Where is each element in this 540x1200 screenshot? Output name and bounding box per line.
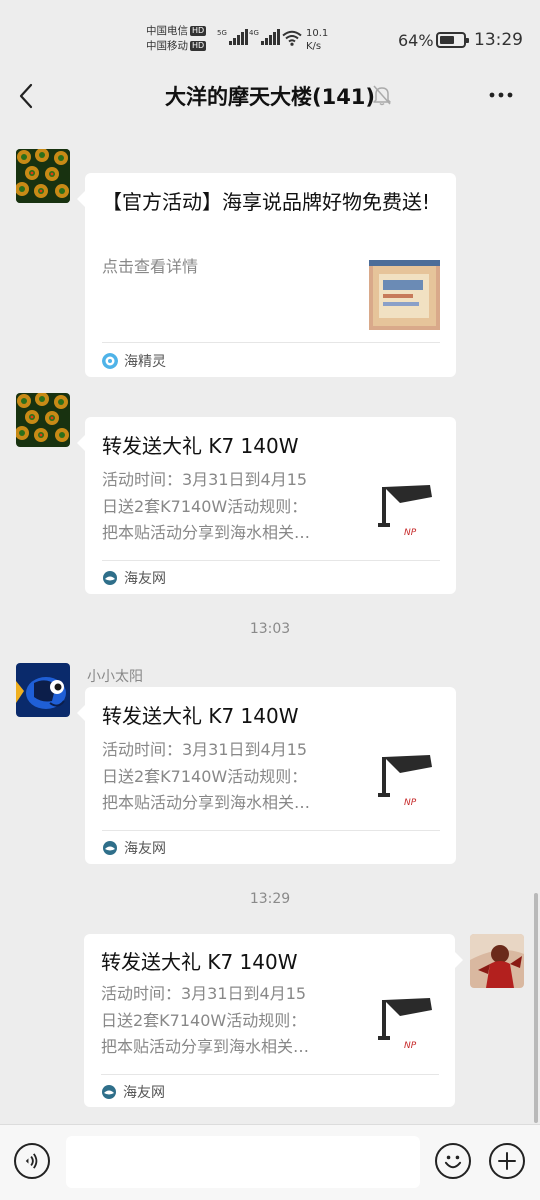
- haiyou-app-icon: [102, 1085, 116, 1099]
- wifi-icon: [282, 30, 302, 46]
- card-description: 活动时间：3月31日到4月15 日送2套K7140W活动规则： 把本贴活动分享到…: [102, 737, 354, 817]
- card-thumbnail: [369, 260, 440, 330]
- card-divider: [101, 1074, 439, 1075]
- card-thumbnail: NP: [370, 473, 442, 545]
- card-description-line: 把本贴活动分享到海水相关…: [102, 523, 311, 542]
- avatar-self[interactable]: [470, 934, 524, 988]
- battery-fill: [440, 36, 454, 44]
- status-time: 13:29: [474, 30, 523, 50]
- hd-badge-1: HD: [190, 26, 207, 36]
- svg-text:NP: NP: [404, 1041, 417, 1051]
- link-card[interactable]: 转发送大礼 K7 140W 活动时间：3月31日到4月15 日送2套K7140W…: [77, 687, 456, 864]
- card-source-name: 海友网: [124, 841, 166, 857]
- card-source: 海精灵: [102, 351, 166, 371]
- avatar-coral[interactable]: [16, 393, 70, 447]
- card-divider: [102, 342, 440, 343]
- card-description-line: 日送2套K7140W活动规则：: [102, 766, 308, 786]
- status-bar: 中国电信 HD 中国移动 HD 5G 4G 10.1 K/s 64% 13:29: [0, 0, 540, 70]
- card-description-line: 日送2套K7140W活动规则：: [102, 496, 308, 516]
- card-thumbnail: NP: [370, 743, 442, 815]
- card-divider: [102, 830, 440, 831]
- card-divider: [102, 560, 440, 561]
- link-card[interactable]: 【官方活动】海享说品牌好物免费送! 点击查看详情 海精灵: [77, 173, 456, 377]
- card-description: 活动时间：3月31日到4月15 日送2套K7140W活动规则： 把本贴活动分享到…: [101, 981, 353, 1061]
- card-source: 海友网: [101, 1082, 165, 1102]
- card-description-line: 活动时间：3月31日到4月15: [101, 984, 307, 1003]
- card-title: 【官方活动】海享说品牌好物免费送!: [102, 190, 431, 214]
- input-bar: [0, 1124, 540, 1200]
- battery-percent: 64%: [398, 31, 434, 50]
- network-speed-value: 10.1: [306, 28, 329, 39]
- svg-text:NP: NP: [404, 798, 417, 808]
- card-description: 点击查看详情: [102, 257, 199, 276]
- chat-title: 大洋的摩天大楼(141): [164, 85, 376, 109]
- signal-5g-label: 5G: [217, 29, 227, 37]
- card-description-line: 把本贴活动分享到海水相关…: [102, 793, 311, 812]
- card-description-line: 把本贴活动分享到海水相关…: [101, 1037, 310, 1056]
- card-description: 活动时间：3月31日到4月15 日送2套K7140W活动规则： 把本贴活动分享到…: [102, 467, 354, 547]
- avatar-coral[interactable]: [16, 149, 70, 203]
- card-description-line: 活动时间：3月31日到4月15: [102, 470, 308, 489]
- card-source-name: 海友网: [124, 571, 166, 587]
- link-card[interactable]: 转发送大礼 K7 140W 活动时间：3月31日到4月15 日送2套K7140W…: [77, 417, 456, 594]
- emoji-icon[interactable]: [435, 1143, 471, 1179]
- carrier-info: 中国电信 HD 中国移动 HD: [146, 24, 207, 54]
- card-description-line: 活动时间：3月31日到4月15: [102, 740, 308, 759]
- more-dots-icon[interactable]: [488, 84, 514, 106]
- hd-badge-2: HD: [190, 41, 207, 51]
- sea-sprite-app-icon: [102, 353, 118, 369]
- card-source: 海友网: [102, 838, 166, 858]
- link-card[interactable]: 转发送大礼 K7 140W 活动时间：3月31日到4月15 日送2套K7140W…: [84, 934, 463, 1107]
- bell-off-icon: [373, 85, 391, 106]
- card-title: 转发送大礼 K7 140W: [102, 434, 299, 458]
- signal-4g-icon: 4G: [249, 29, 280, 45]
- card-source: 海友网: [102, 568, 166, 588]
- chat-header: 大洋的摩天大楼(141): [0, 70, 540, 122]
- haiyou-app-icon: [103, 841, 117, 855]
- card-source-name: 海精灵: [124, 354, 166, 370]
- voice-icon[interactable]: [14, 1143, 50, 1179]
- network-speed-unit: K/s: [306, 41, 322, 52]
- card-title: 转发送大礼 K7 140W: [102, 704, 299, 728]
- haiyou-app-icon: [103, 571, 117, 585]
- signal-4g-label: 4G: [249, 29, 259, 37]
- message-input[interactable]: [66, 1136, 420, 1188]
- carrier-name-2: 中国移动: [146, 40, 188, 52]
- card-thumbnail: NP: [370, 986, 442, 1058]
- chat-timestamp: 13:29: [249, 891, 291, 907]
- chat-timestamp: 13:03: [249, 621, 291, 637]
- card-title: 转发送大礼 K7 140W: [101, 950, 298, 974]
- signal-5g-icon: 5G: [217, 29, 248, 45]
- svg-text:NP: NP: [404, 528, 417, 538]
- card-description-line: 日送2套K7140W活动规则：: [101, 1010, 307, 1030]
- battery-icon: [436, 32, 469, 48]
- card-source-name: 海友网: [123, 1085, 165, 1101]
- network-speed: 10.1 K/s: [306, 27, 328, 53]
- avatar-fish[interactable]: [16, 663, 70, 717]
- sender-name: 小小太阳: [87, 669, 143, 685]
- scrollbar[interactable]: [534, 893, 538, 1123]
- carrier-name-1: 中国电信: [146, 25, 188, 37]
- plus-icon[interactable]: [489, 1143, 525, 1179]
